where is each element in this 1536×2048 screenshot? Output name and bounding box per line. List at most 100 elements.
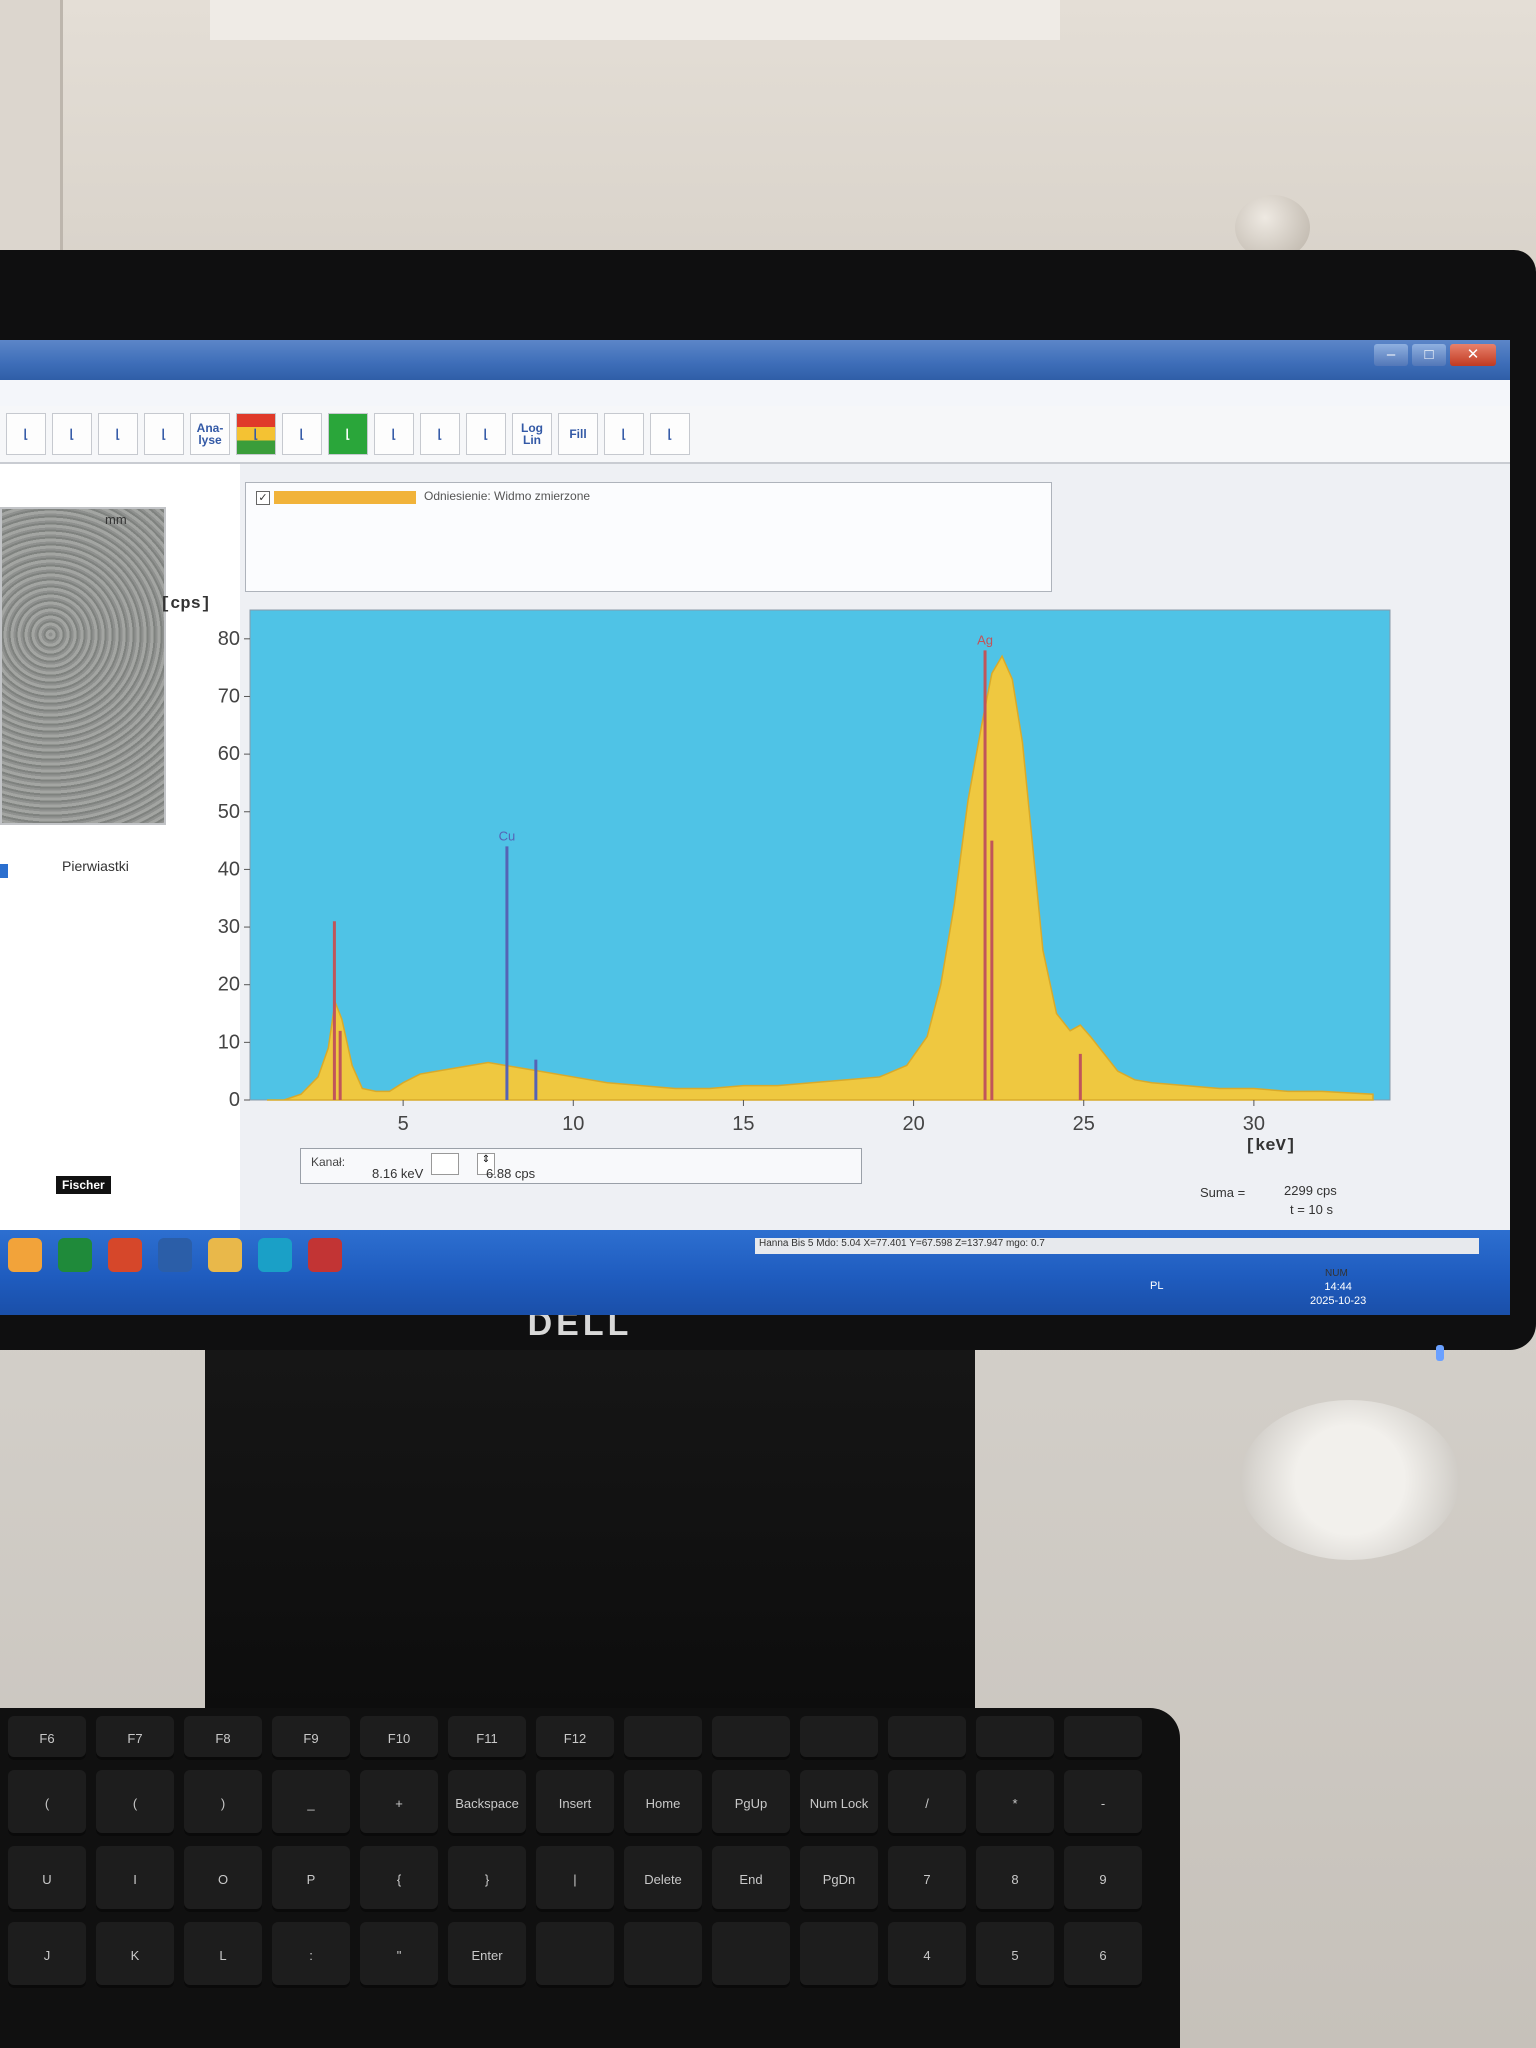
log-lin-button[interactable]: Log Lin: [512, 413, 552, 455]
key[interactable]: Home: [624, 1770, 702, 1836]
key[interactable]: _: [272, 1770, 350, 1836]
maximize-button[interactable]: □: [1412, 344, 1446, 366]
key[interactable]: [536, 1922, 614, 1988]
key[interactable]: (: [96, 1770, 174, 1836]
key[interactable]: Enter: [448, 1922, 526, 1988]
key[interactable]: 5: [976, 1922, 1054, 1988]
system-clock[interactable]: 14:44 2025-10-23: [1310, 1280, 1366, 1308]
key[interactable]: [888, 1716, 966, 1760]
zoom-button[interactable]: ⌊: [144, 413, 184, 455]
spectrum-small-button[interactable]: ⌊: [98, 413, 138, 455]
status-bar: Hanna Bis 5 Mdo: 5.04 X=77.401 Y=67.598 …: [755, 1238, 1479, 1254]
key[interactable]: }: [448, 1846, 526, 1912]
wall-panel: [210, 0, 1060, 40]
key[interactable]: ": [360, 1922, 438, 1988]
x-tick-label: 25: [1073, 1113, 1095, 1135]
legend-label: Odniesienie: Widmo zmierzone: [424, 489, 591, 503]
key[interactable]: /: [888, 1770, 966, 1836]
spectrum-compare-button[interactable]: ⌊: [420, 413, 460, 455]
key[interactable]: Delete: [624, 1846, 702, 1912]
key[interactable]: PgDn: [800, 1846, 878, 1912]
key[interactable]: Insert: [536, 1770, 614, 1836]
key[interactable]: O: [184, 1846, 262, 1912]
menu-bar: [0, 380, 1510, 407]
key[interactable]: L: [184, 1922, 262, 1988]
excel-icon[interactable]: [58, 1238, 92, 1272]
key[interactable]: F10: [360, 1716, 438, 1760]
key[interactable]: F7: [96, 1716, 174, 1760]
key[interactable]: [1064, 1716, 1142, 1760]
plot-area[interactable]: [249, 609, 1391, 1101]
powerpoint-icon[interactable]: [108, 1238, 142, 1272]
spectrum-lines-button[interactable]: ⌊: [374, 413, 414, 455]
key[interactable]: [712, 1922, 790, 1988]
x-tick-label: 15: [732, 1113, 754, 1135]
key[interactable]: [800, 1922, 878, 1988]
calibrate-button[interactable]: ⌊: [650, 413, 690, 455]
spectrum-axis-button[interactable]: ⌊: [466, 413, 506, 455]
key[interactable]: F12: [536, 1716, 614, 1760]
cursor-energy: 8.16 keV: [372, 1166, 424, 1181]
key[interactable]: F11: [448, 1716, 526, 1760]
close-button[interactable]: ✕: [1450, 344, 1496, 366]
spectrum-chart[interactable]: Cu Ag 0 10 20 30 40 50 60 70 80 5 10 15 20 25 30 [cps] [ke…: [150, 590, 1430, 1190]
analysis-button[interactable]: Ana- lyse: [190, 413, 230, 455]
xray-app-icon[interactable]: [308, 1238, 342, 1272]
y-tick-label: 50: [218, 801, 240, 823]
key[interactable]: 4: [888, 1922, 966, 1988]
key[interactable]: [624, 1716, 702, 1760]
edge-icon[interactable]: [258, 1238, 292, 1272]
sum-value: 2299 cps: [1284, 1183, 1337, 1198]
spectrum-green-icon: ⌊: [345, 427, 351, 441]
key[interactable]: End: [712, 1846, 790, 1912]
legend-checkbox[interactable]: ✓: [256, 491, 270, 505]
time-value: t = 10 s: [1290, 1202, 1333, 1217]
key[interactable]: [976, 1716, 1054, 1760]
key[interactable]: ): [184, 1770, 262, 1836]
layers-button[interactable]: ⌊: [236, 413, 276, 455]
key[interactable]: PgUp: [712, 1770, 790, 1836]
key[interactable]: [624, 1922, 702, 1988]
key[interactable]: 6: [1064, 1922, 1142, 1988]
minimize-button[interactable]: –: [1374, 344, 1408, 366]
print-button[interactable]: ⌊: [6, 413, 46, 455]
image-unit: mm: [105, 512, 127, 527]
key[interactable]: I: [96, 1846, 174, 1912]
key[interactable]: F6: [8, 1716, 86, 1760]
language-indicator[interactable]: PL: [1150, 1280, 1163, 1292]
word-icon[interactable]: [158, 1238, 192, 1272]
key[interactable]: J: [8, 1922, 86, 1988]
key[interactable]: (: [8, 1770, 86, 1836]
settings-button[interactable]: ⌊: [282, 413, 322, 455]
key[interactable]: 8: [976, 1846, 1054, 1912]
exit-button[interactable]: ⌊: [604, 413, 644, 455]
y-tick-label: 40: [218, 858, 240, 880]
sample-icon: ⌊: [69, 427, 75, 441]
element-list-tab[interactable]: [0, 864, 8, 878]
key[interactable]: {: [360, 1846, 438, 1912]
key[interactable]: *: [976, 1770, 1054, 1836]
y-tick-label: 30: [218, 916, 240, 938]
element-line-label: Ag: [977, 632, 993, 647]
key[interactable]: K: [96, 1922, 174, 1988]
key[interactable]: 9: [1064, 1846, 1142, 1912]
chrome-icon[interactable]: [208, 1238, 242, 1272]
key[interactable]: [712, 1716, 790, 1760]
sample-view-button[interactable]: ⌊: [52, 413, 92, 455]
key[interactable]: Num Lock: [800, 1770, 878, 1836]
key[interactable]: F9: [272, 1716, 350, 1760]
media-player-icon[interactable]: [8, 1238, 42, 1272]
key[interactable]: :: [272, 1922, 350, 1988]
key[interactable]: P: [272, 1846, 350, 1912]
key[interactable]: U: [8, 1846, 86, 1912]
channel-input[interactable]: [431, 1153, 459, 1175]
key[interactable]: |: [536, 1846, 614, 1912]
key[interactable]: 7: [888, 1846, 966, 1912]
key[interactable]: F8: [184, 1716, 262, 1760]
key[interactable]: -: [1064, 1770, 1142, 1836]
key[interactable]: [800, 1716, 878, 1760]
spectrum-active-button[interactable]: ⌊: [328, 413, 368, 455]
key[interactable]: Backspace: [448, 1770, 526, 1836]
fill-button[interactable]: Fill: [558, 413, 598, 455]
key[interactable]: +: [360, 1770, 438, 1836]
